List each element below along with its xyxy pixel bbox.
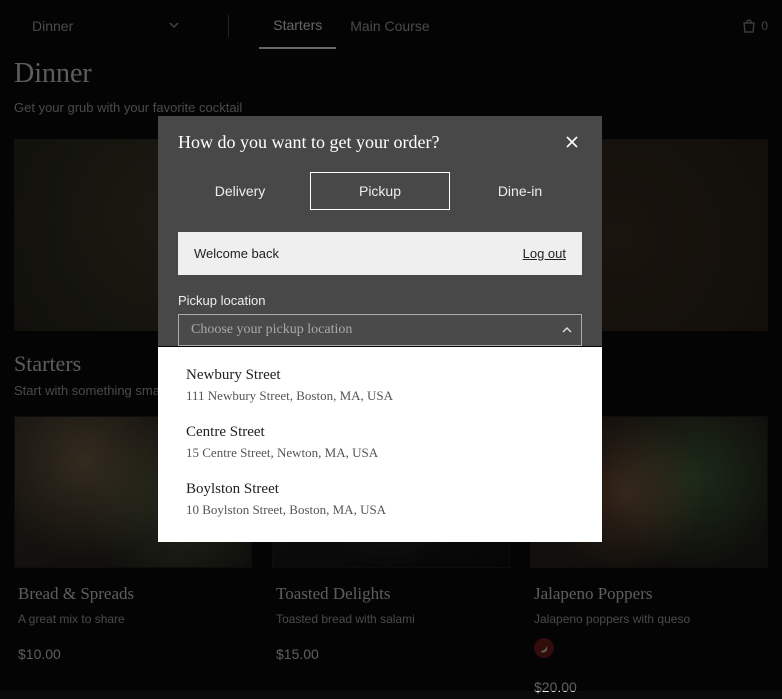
tab-dinein[interactable]: Dine-in (450, 172, 590, 210)
location-option[interactable]: Boylston Street 10 Boylston Street, Bost… (158, 471, 602, 528)
location-address: 15 Centre Street, Newton, MA, USA (186, 445, 574, 461)
product-price: $10.00 (18, 646, 248, 662)
chevron-down-icon (168, 18, 180, 34)
location-name: Newbury Street (186, 367, 574, 384)
product-body: Toasted Delights Toasted bread with sala… (272, 568, 510, 666)
welcome-text: Welcome back (194, 246, 279, 261)
page-header: Dinner Get your grub with your favorite … (0, 52, 782, 125)
product-body: Bread & Spreads A great mix to share $10… (14, 568, 252, 666)
cart-count: 0 (761, 19, 768, 33)
product-title: Bread & Spreads (18, 584, 248, 604)
product-body: Jalapeno Poppers Jalapeno poppers with q… (530, 568, 768, 699)
product-desc: Jalapeno poppers with queso (534, 612, 764, 626)
product-desc: A great mix to share (18, 612, 248, 626)
welcome-bar: Welcome back Log out (178, 232, 582, 275)
location-name: Boylston Street (186, 481, 574, 498)
chevron-up-icon (561, 324, 573, 336)
nav-link-starters[interactable]: Starters (259, 3, 336, 49)
product-title: Toasted Delights (276, 584, 506, 604)
page-subtitle: Get your grub with your favorite cocktai… (14, 100, 768, 115)
select-placeholder: Choose your pickup location (191, 322, 352, 338)
product-tags (534, 638, 764, 659)
top-nav: Dinner Starters Main Course 0 (0, 0, 782, 52)
spicy-icon (534, 638, 554, 658)
nav-link-maincourse[interactable]: Main Course (336, 4, 443, 48)
fulfillment-tabs: Delivery Pickup Dine-in (158, 158, 602, 222)
close-button[interactable] (560, 130, 584, 154)
product-desc: Toasted bread with salami (276, 612, 506, 626)
location-address: 10 Boylston Street, Boston, MA, USA (186, 502, 574, 518)
nav-divider (228, 15, 229, 37)
cart-button[interactable]: 0 (741, 18, 768, 34)
location-option[interactable]: Newbury Street 111 Newbury Street, Bosto… (158, 361, 602, 414)
fulfillment-modal: How do you want to get your order? Deliv… (158, 116, 602, 346)
modal-title: How do you want to get your order? (178, 132, 439, 153)
modal-header: How do you want to get your order? (158, 116, 602, 158)
pickup-location-dropdown: Newbury Street 111 Newbury Street, Bosto… (158, 347, 602, 542)
nav-category-dropdown[interactable]: Dinner (14, 14, 198, 38)
product-price: $20.00 (534, 679, 764, 695)
page-title: Dinner (14, 58, 768, 90)
nav-category-label: Dinner (32, 18, 73, 34)
product-title: Jalapeno Poppers (534, 584, 764, 604)
location-name: Centre Street (186, 424, 574, 441)
close-icon (564, 134, 580, 150)
tab-delivery[interactable]: Delivery (170, 172, 310, 210)
location-address: 111 Newbury Street, Boston, MA, USA (186, 388, 574, 404)
tab-pickup[interactable]: Pickup (310, 172, 450, 210)
product-price: $15.00 (276, 646, 506, 662)
pickup-location-select[interactable]: Choose your pickup location Newbury Stre… (178, 314, 582, 346)
pickup-location-label: Pickup location (178, 293, 582, 308)
location-option[interactable]: Centre Street 15 Centre Street, Newton, … (158, 414, 602, 471)
logout-link[interactable]: Log out (523, 246, 566, 261)
bag-icon (741, 18, 757, 34)
